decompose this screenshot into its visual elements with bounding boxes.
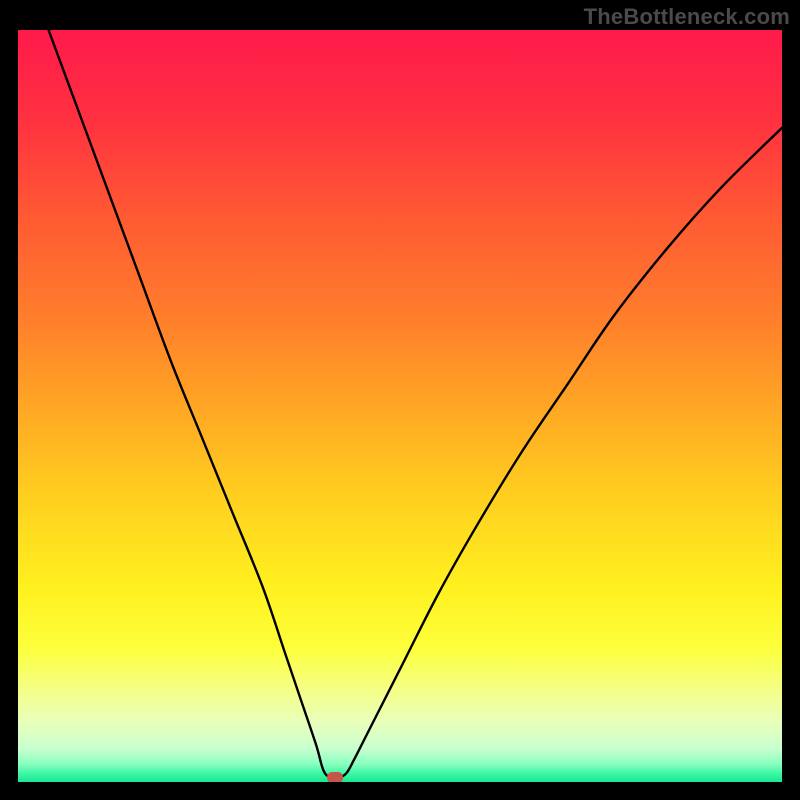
plot-area — [18, 30, 782, 782]
bottleneck-chart — [18, 30, 782, 782]
chart-frame: TheBottleneck.com — [0, 0, 800, 800]
watermark-text: TheBottleneck.com — [584, 4, 790, 30]
optimal-point-marker — [327, 772, 343, 782]
